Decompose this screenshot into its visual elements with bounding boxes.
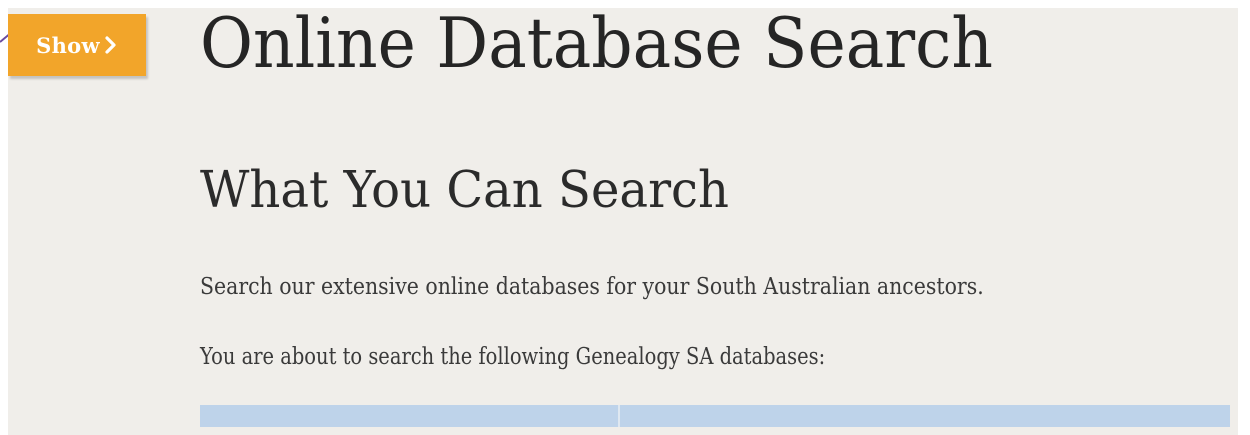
table-header-cell [620, 405, 1230, 427]
page-title: Online Database Search [200, 4, 993, 85]
table-header-cell [200, 405, 618, 427]
show-button-label: Show [36, 32, 100, 58]
section-heading: What You Can Search [200, 159, 729, 219]
chevron-right-icon [105, 36, 116, 54]
database-list-intro: You are about to search the following Ge… [200, 343, 826, 371]
left-edge [0, 0, 13, 435]
intro-text: Search our extensive online databases fo… [200, 273, 984, 301]
show-sidebar-button[interactable]: Show [8, 14, 146, 76]
database-table-header [200, 405, 1230, 427]
